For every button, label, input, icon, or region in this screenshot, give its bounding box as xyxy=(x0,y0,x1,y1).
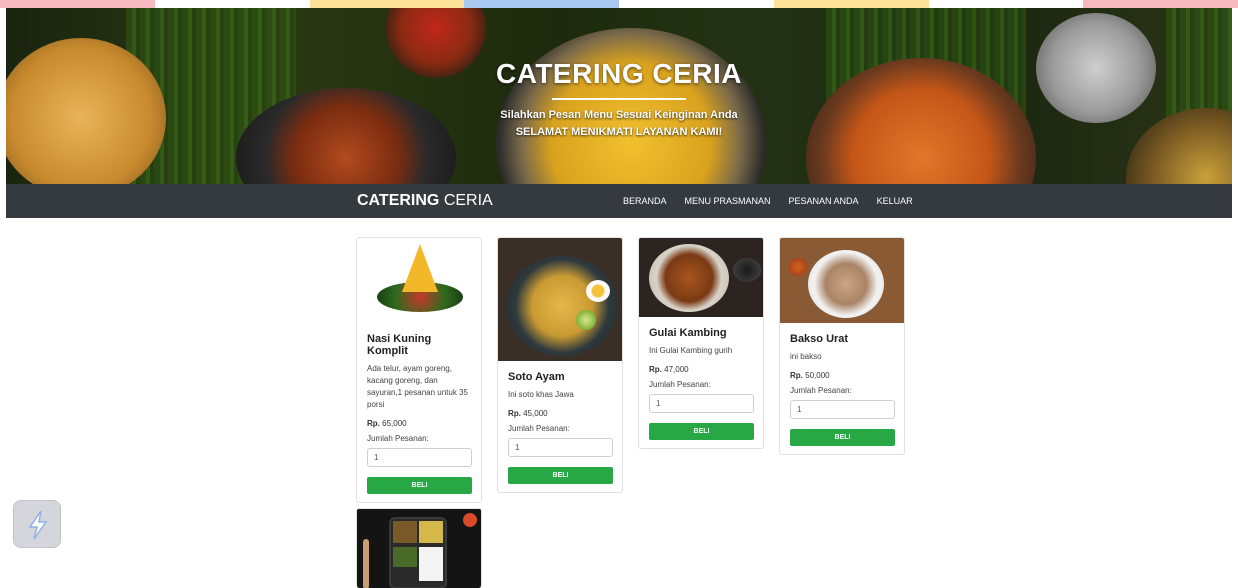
menu-card: Soto Ayam Ini soto khas Jawa Rp. 45,000 … xyxy=(497,237,623,493)
menu-item-name: Bakso Urat xyxy=(790,333,849,345)
menu-item-name: Soto Ayam xyxy=(508,371,565,383)
hero-subtitle-line1: Silahkan Pesan Menu Sesuai Keinginan And… xyxy=(500,109,738,121)
menu-item-name: Gulai Kambing xyxy=(649,327,727,339)
soto-ayam-image xyxy=(498,238,622,361)
quantity-label: Jumlah Pesanan: xyxy=(367,434,429,443)
buy-button[interactable]: BELI xyxy=(367,477,472,494)
buy-button[interactable]: BELI xyxy=(508,467,613,484)
menu-item-price: Rp. 65,000 xyxy=(367,419,407,428)
menu-card: Bakso Urat ini bakso Rp. 50,000 Jumlah P… xyxy=(779,237,905,455)
quantity-label: Jumlah Pesanan: xyxy=(649,380,711,389)
nav-link-keluar[interactable]: KELUAR xyxy=(877,196,913,206)
buy-button[interactable]: BELI xyxy=(790,429,895,446)
hero-divider xyxy=(552,98,686,100)
brand-bold: CATERING xyxy=(357,192,440,209)
menu-item-name: Nasi Kuning Komplit xyxy=(367,333,432,357)
brand-rest: CERIA xyxy=(443,192,493,209)
hero-banner: CATERING CERIA Silahkan Pesan Menu Sesua… xyxy=(6,8,1232,184)
hero-subtitle-line2: SELAMAT MENIKMATI LAYANAN KAMI! xyxy=(515,126,723,138)
quantity-input[interactable] xyxy=(790,400,895,419)
quantity-input[interactable] xyxy=(508,438,613,457)
menu-item-description: Ini Gulai Kambing gurih xyxy=(649,346,733,355)
menu-item-price: Rp. 47,000 xyxy=(649,365,689,374)
nav-link-menu-prasmanan[interactable]: MENU PRASMANAN xyxy=(685,196,771,206)
menu-card xyxy=(356,508,482,588)
menu-item-price: Rp. 45,000 xyxy=(508,409,548,418)
menu-item-price: Rp. 50,000 xyxy=(790,371,830,380)
nav-link-pesanan-anda[interactable]: PESANAN ANDA xyxy=(789,196,859,206)
menu-item-description: Ada telur, ayam goreng, kacang goreng, d… xyxy=(367,364,468,409)
lightning-logo-icon[interactable] xyxy=(13,500,61,548)
nav-links: BERANDA MENU PRASMANAN PESANAN ANDA KELU… xyxy=(623,196,931,206)
navbar-brand[interactable]: CATERING CERIA xyxy=(357,192,493,210)
menu-card: Gulai Kambing Ini Gulai Kambing gurih Rp… xyxy=(638,237,764,449)
quantity-input[interactable] xyxy=(367,448,472,467)
bento-box-image xyxy=(357,509,481,588)
quantity-input[interactable] xyxy=(649,394,754,413)
menu-item-description: ini bakso xyxy=(790,352,822,361)
quantity-label: Jumlah Pesanan: xyxy=(790,386,852,395)
nav-link-beranda[interactable]: BERANDA xyxy=(623,196,667,206)
top-color-strip xyxy=(0,0,1238,8)
nasi-kuning-image xyxy=(357,238,481,323)
gulai-kambing-image xyxy=(639,238,763,317)
menu-card: Nasi Kuning Komplit Ada telur, ayam gore… xyxy=(356,237,482,503)
navbar: CATERING CERIA BERANDA MENU PRASMANAN PE… xyxy=(6,184,1232,218)
bakso-urat-image xyxy=(780,238,904,323)
menu-item-description: Ini soto khas Jawa xyxy=(508,390,574,399)
buy-button[interactable]: BELI xyxy=(649,423,754,440)
quantity-label: Jumlah Pesanan: xyxy=(508,424,570,433)
hero-title: CATERING CERIA xyxy=(495,58,743,89)
soup-bowl-image xyxy=(496,28,766,184)
